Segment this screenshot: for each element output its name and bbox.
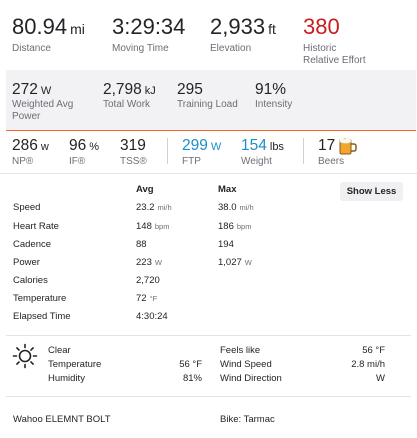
relative-effort-value[interactable]: 380 (303, 14, 340, 40)
row-avg: 4:30:24 (136, 311, 168, 322)
row-avg: 223 W (136, 257, 162, 268)
row-max: 194 (218, 239, 234, 250)
elevation-value: 2,933 ft (210, 14, 276, 39)
row-label: Cadence (13, 239, 52, 250)
np-value: 286 w (12, 137, 49, 154)
elevation-label: Elevation (210, 43, 252, 54)
wind-speed-value: 2.8 mi/h (351, 359, 385, 370)
weight-value[interactable]: 154 lbs (241, 137, 284, 156)
feels-like-label: Feels like (220, 345, 261, 356)
row-label: Speed (13, 202, 41, 213)
row-label: Temperature (13, 293, 67, 304)
orange-divider (6, 130, 416, 131)
weather-temperature-value: 56 °F (179, 359, 202, 370)
col-max-header: Max (218, 184, 237, 195)
row-avg: 72 °F (136, 293, 158, 304)
total-work-value: 2,798 kJ (103, 81, 156, 98)
divider (0, 173, 417, 174)
tss-label: TSS® (120, 156, 147, 167)
sun-icon (12, 343, 38, 374)
total-work-label: Total Work (103, 99, 151, 110)
row-avg: 2,720 (136, 275, 160, 286)
bike-name[interactable]: Bike: Tarmac (220, 414, 275, 425)
feels-like-value: 56 °F (362, 345, 385, 356)
wind-direction-label: Wind Direction (220, 373, 282, 384)
metrics-separator (167, 138, 168, 164)
weather-humidity-label: Humidity (48, 373, 85, 384)
beers-value: 17 (318, 137, 336, 154)
ftp-label: FTP (182, 156, 201, 167)
distance-label: Distance (12, 43, 51, 54)
intensity-label: Intensity (255, 99, 293, 110)
moving-time-label: Moving Time (112, 43, 169, 54)
show-less-button[interactable]: Show Less (340, 182, 403, 201)
if-value: 96% (69, 137, 100, 154)
device-name: Wahoo ELEMNT BOLT (13, 414, 111, 425)
row-max: 186 bpm (218, 221, 252, 232)
training-load-value: 295 (177, 81, 203, 98)
distance-value: 80.94 mi (12, 14, 85, 39)
row-avg: 148 bpm (136, 221, 170, 232)
row-avg: 88 (136, 239, 147, 250)
weather-humidity-value: 81% (182, 373, 202, 384)
wind-speed-label: Wind Speed (220, 359, 272, 370)
moving-time-value: 3:29:34 (112, 14, 186, 39)
relative-effort-label: Historic (303, 43, 337, 54)
divider (6, 335, 411, 336)
row-label: Heart Rate (13, 221, 59, 232)
weather-temperature-label: Temperature (48, 359, 102, 370)
if-label: IF® (69, 156, 86, 167)
weighted-power-value: 272 W (12, 81, 52, 98)
row-avg: 23.2 mi/h (136, 202, 172, 213)
row-label: Calories (13, 275, 48, 286)
beers-label: Beers (318, 156, 345, 167)
weather-condition: Clear (48, 345, 71, 356)
weighted-power-label: Weighted Avg (12, 99, 74, 110)
tss-value: 319 (120, 137, 146, 154)
intensity-value: 91% (255, 81, 287, 98)
row-label: Power (13, 257, 40, 268)
training-load-label: Training Load (177, 99, 238, 110)
row-label: Elapsed Time (13, 311, 71, 322)
weighted-power-sublabel: Power (12, 111, 41, 122)
relative-effort-sublabel: Relative Effort (303, 55, 366, 66)
row-max: 38.0 mi/h (218, 202, 254, 213)
col-avg-header: Avg (136, 184, 154, 195)
np-label: NP® (12, 156, 34, 167)
metrics-separator-2 (303, 138, 304, 164)
wind-direction-value: W (376, 373, 385, 384)
ftp-value[interactable]: 299 W (182, 137, 221, 156)
divider (6, 396, 411, 397)
row-max: 1,027 W (218, 257, 252, 268)
weight-label: Weight (241, 156, 272, 167)
